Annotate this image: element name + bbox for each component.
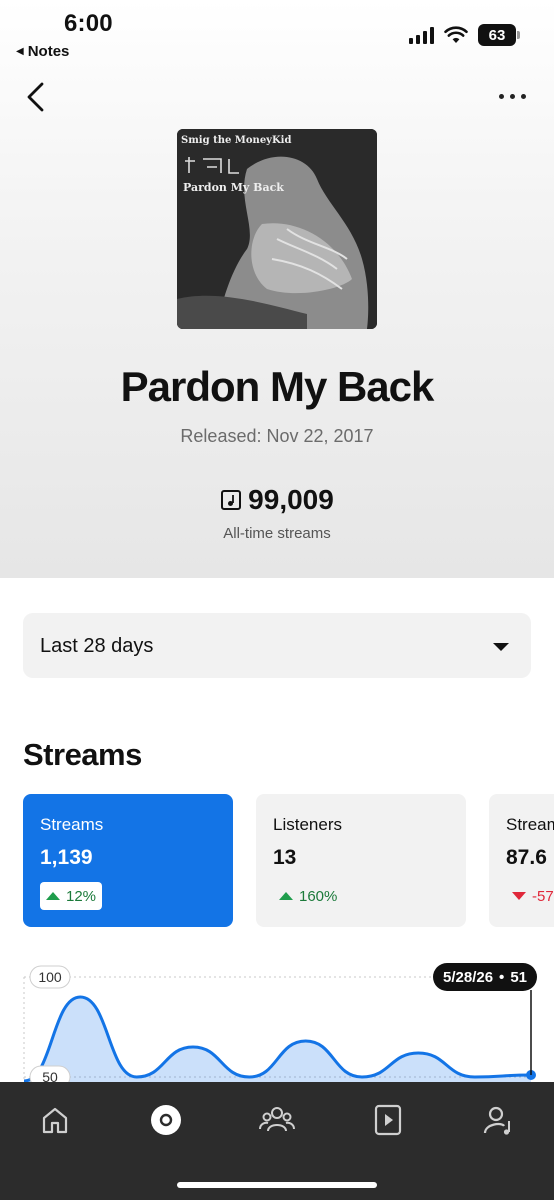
back-triangle-icon: ◀ [16, 46, 24, 57]
metric-card-streams[interactable]: Streams 1,139 12% [23, 794, 233, 927]
status-icons: 63 [409, 24, 520, 46]
metric-value: 87.6 [506, 846, 547, 869]
disc-icon [151, 1105, 181, 1135]
tab-video[interactable] [368, 1100, 408, 1140]
date-range-select[interactable]: Last 28 days [23, 613, 531, 678]
album-title: Pardon My Back [120, 363, 435, 410]
trend-down-icon [512, 892, 526, 900]
cover-artwork [177, 129, 377, 329]
tab-music[interactable] [146, 1100, 186, 1140]
all-time-streams: 99,009 [0, 484, 554, 516]
metric-delta-value: 160% [299, 887, 338, 905]
metric-card-listeners[interactable]: Listeners 13 160% [256, 794, 466, 927]
metric-label: Streams [506, 815, 554, 834]
metric-card-streams-per-listener[interactable]: Streams 87.6 -57 [489, 794, 554, 927]
tab-audience[interactable] [257, 1100, 297, 1140]
metric-label: Streams [40, 815, 104, 834]
trend-up-icon [46, 892, 60, 900]
tab-home[interactable] [35, 1100, 75, 1140]
series-area [24, 997, 531, 1082]
all-time-streams-label: All-time streams [223, 525, 331, 542]
metric-delta-value: 12% [66, 887, 97, 905]
status-time: 6:00 [64, 10, 113, 37]
cellular-signal-icon [409, 26, 434, 44]
tab-profile[interactable] [479, 1100, 519, 1140]
metric-label: Listeners [273, 815, 342, 834]
cover-artist-text: Smig the MoneyKid [181, 135, 292, 146]
back-app-label: Notes [27, 43, 70, 60]
y-tick-label: 50 [42, 1069, 58, 1082]
metric-delta: 160% [273, 882, 343, 910]
more-options-button[interactable] [494, 88, 530, 104]
back-chevron-icon[interactable] [22, 80, 52, 114]
tooltip-value: 51 [510, 968, 527, 986]
metric-value: 1,139 [40, 846, 93, 869]
metric-delta: -57 [506, 882, 554, 910]
album-cover: Smig the MoneyKid Pardon My Back [177, 129, 377, 329]
caret-down-icon [493, 643, 509, 651]
metric-delta: 12% [40, 882, 103, 910]
chart-tooltip: 5/28/26 • 51 [433, 963, 537, 991]
section-title: Streams [23, 737, 142, 772]
tooltip-separator: • [499, 968, 505, 986]
date-range-value: Last 28 days [40, 635, 154, 657]
tooltip-date: 5/28/26 [443, 968, 494, 986]
all-time-streams-count: 99,009 [248, 484, 334, 515]
metric-value: 13 [273, 846, 297, 869]
home-icon [42, 1107, 68, 1134]
y-tick-label: 100 [38, 969, 62, 985]
cover-album-text: Pardon My Back [183, 181, 284, 194]
metric-delta-value: -57 [532, 887, 554, 905]
home-indicator [177, 1182, 377, 1188]
video-icon [374, 1104, 402, 1136]
audience-icon [259, 1107, 295, 1132]
back-to-app-link[interactable]: ◀ Notes [16, 43, 69, 60]
trend-up-icon [279, 892, 293, 900]
battery-indicator: 63 [478, 24, 520, 46]
release-date: Released: Nov 22, 2017 [180, 426, 374, 446]
wifi-icon [444, 26, 468, 43]
music-note-icon [221, 490, 242, 510]
artist-profile-icon [483, 1106, 510, 1135]
